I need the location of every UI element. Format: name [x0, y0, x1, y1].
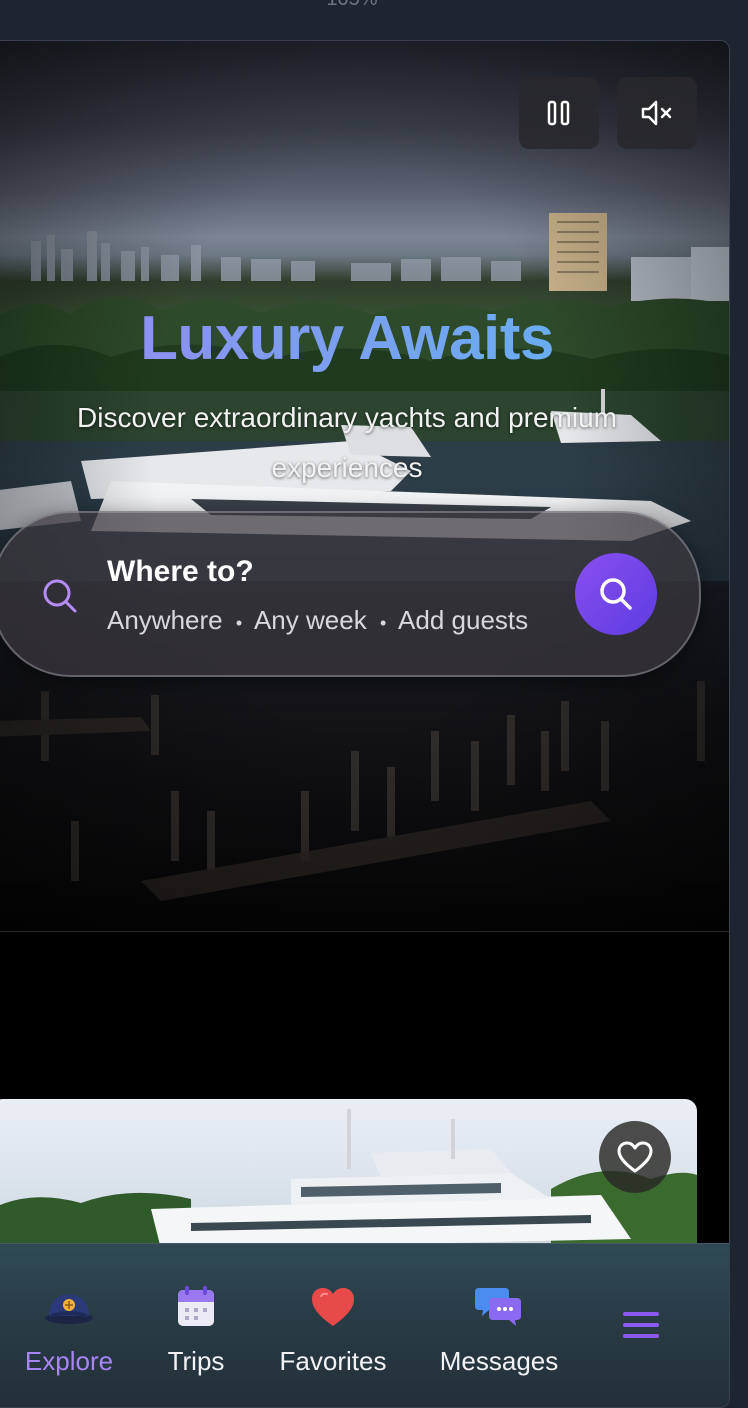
calendar-icon: [178, 1286, 214, 1326]
zoom-level: 105%: [312, 0, 392, 11]
hero-subtitle: Discover extraordinary yachts and premiu…: [77, 402, 617, 483]
captain-hat-icon: [45, 1294, 93, 1324]
pause-icon: [547, 100, 570, 126]
search-icon: [43, 579, 77, 613]
browser-top-bar: 105%: [0, 0, 748, 40]
search-submit-button[interactable]: [575, 553, 657, 635]
hero-title: Luxury Awaits: [0, 303, 703, 374]
heart-icon: [617, 1141, 653, 1173]
pause-button[interactable]: [519, 77, 599, 149]
nav-item-messages[interactable]: Messages: [437, 1284, 561, 1377]
chat-bubbles-icon: [475, 1288, 521, 1326]
favorite-button[interactable]: [599, 1121, 671, 1193]
volume-muted-icon: [641, 100, 672, 126]
search-guests: Add guests: [398, 605, 529, 635]
nav-label-messages: Messages: [439, 1346, 559, 1376]
search-bar[interactable]: Where to? Anywhere • Any week • Add gues…: [0, 511, 701, 677]
yacht-photo: [0, 1109, 697, 1259]
search-title: Where to?: [107, 555, 254, 588]
nav-item-explore[interactable]: Explore: [21, 1284, 117, 1377]
search-dates: Any week: [253, 605, 367, 635]
search-location: Anywhere: [107, 605, 223, 635]
hero-video: Luxury Awaits Discover extraordinary yac…: [0, 41, 729, 931]
search-separator: •: [379, 613, 387, 633]
hamburger-menu-icon[interactable]: [621, 1310, 661, 1340]
heart-icon: [312, 1288, 354, 1326]
app-frame: Luxury Awaits Discover extraordinary yac…: [0, 40, 730, 1408]
nav-item-trips[interactable]: Trips: [163, 1284, 229, 1377]
search-separator: •: [235, 613, 243, 633]
mute-button[interactable]: [617, 77, 697, 149]
search-summary: Anywhere • Any week • Add guests: [107, 605, 528, 636]
nav-label-explore: Explore: [24, 1346, 114, 1376]
nav-label-favorites: Favorites: [279, 1346, 387, 1376]
nav-item-favorites[interactable]: Favorites: [277, 1284, 389, 1377]
search-icon: [600, 578, 632, 610]
bottom-navigation: Explore Trips Favorites Messages: [0, 1243, 729, 1407]
nav-label-trips: Trips: [167, 1346, 225, 1376]
section-divider: [0, 931, 729, 932]
yacht-listing-card[interactable]: [0, 1099, 697, 1259]
